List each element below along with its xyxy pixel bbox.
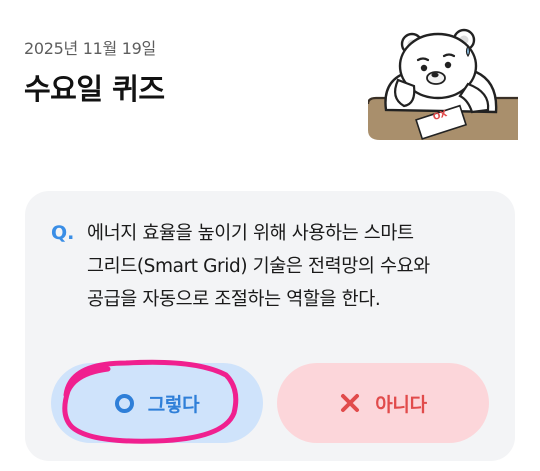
page-title: 수요일 퀴즈	[24, 72, 165, 106]
circle-o-icon	[114, 393, 134, 413]
question-line: 에너지 효율을 높이기 위해 사용하는 스마트	[87, 223, 414, 244]
answer-yes-label: 그렇다	[147, 393, 200, 416]
question-text: 에너지 효율을 높이기 위해 사용하는 스마트 그리드(Smart Grid) …	[87, 217, 497, 316]
close-x-icon	[341, 394, 360, 412]
answer-no-button[interactable]: 아니다	[277, 363, 489, 443]
bear-mascot-icon	[368, 28, 518, 140]
quiz-screen: 2025년 11월 19일 수요일 퀴즈 OX Q. 에너지 효율을 높이기 위…	[0, 0, 540, 471]
question-line: 그리드(Smart Grid) 기술은 전력망의 수요와	[87, 256, 430, 277]
question-line: 공급을 자동으로 조절하는 역할을 한다.	[87, 289, 381, 310]
question-marker: Q.	[51, 222, 75, 244]
quiz-date: 2025년 11월 19일	[24, 39, 156, 58]
answer-yes-button[interactable]: 그렇다	[51, 363, 263, 443]
answer-no-label: 아니다	[375, 393, 427, 416]
